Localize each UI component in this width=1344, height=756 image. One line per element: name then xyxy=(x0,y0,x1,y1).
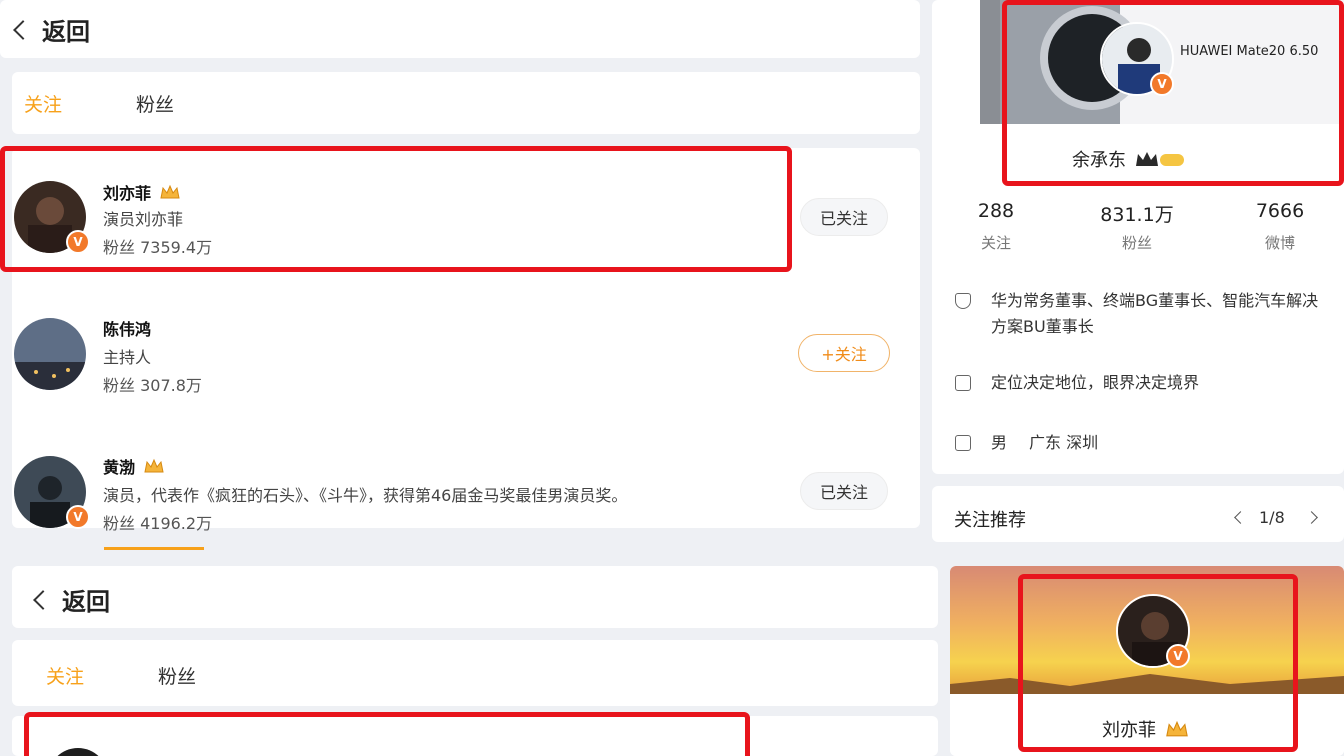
card-name-row: 刘亦菲 xyxy=(1102,716,1190,742)
profile-basic-info: 男 广东 深圳 xyxy=(955,430,1098,456)
back-button[interactable]: 返回 xyxy=(33,582,110,617)
stat-posts-count[interactable]: 7666 xyxy=(1230,200,1330,222)
gender-text: 男 xyxy=(991,433,1008,452)
page-indicator: 1/8 xyxy=(1259,508,1285,527)
stat-following-count[interactable]: 288 xyxy=(946,200,1046,222)
recommend-pager: 1/8 xyxy=(1234,508,1318,527)
bottom-user-list xyxy=(12,716,938,756)
tab-following[interactable]: 关注 xyxy=(46,662,84,689)
stat-fans-label: 粉丝 xyxy=(1121,234,1152,252)
list-item[interactable]: V 黄渤 演员，代表作《疯狂的石头》、《斗牛》，获得第46届金马奖最佳男演员奖。… xyxy=(12,424,920,534)
follow-button[interactable]: +关注 xyxy=(798,334,890,372)
user-name[interactable]: 刘亦菲 xyxy=(103,180,151,204)
profile-motto: 定位决定地位，眼界决定境界 xyxy=(955,370,1199,396)
stat-following-label: 关注 xyxy=(980,234,1011,252)
prev-page-icon[interactable] xyxy=(1234,511,1247,524)
profile-bio: 华为常务董事、终端BG董事长、智能汽车解决方案BU董事长 xyxy=(955,288,1325,340)
crown-icon xyxy=(160,184,180,199)
back-label: 返回 xyxy=(62,588,110,616)
tab-fans[interactable]: 粉丝 xyxy=(158,662,196,689)
recommend-header: 关注推荐 1/8 xyxy=(932,486,1344,542)
user-fans: 粉丝 4196.2万 xyxy=(103,514,213,533)
followed-button[interactable]: 已关注 xyxy=(800,198,888,236)
back-button[interactable]: 返回 xyxy=(13,12,90,47)
profile-name-row: 余承东 xyxy=(1072,146,1186,172)
user-fans: 粉丝 307.8万 xyxy=(103,376,202,395)
top-header: 返回 xyxy=(0,0,920,58)
avatar[interactable] xyxy=(14,318,86,390)
top-user-list: V 刘亦菲 演员刘亦菲 粉丝 7359.4万 已关注 陈伟鸿 主持人 粉丝 30… xyxy=(12,148,920,550)
verified-icon: V xyxy=(66,230,90,254)
user-fans: 粉丝 7359.4万 xyxy=(103,238,213,257)
followed-button[interactable]: 已关注 xyxy=(800,472,888,510)
shield-icon xyxy=(955,293,971,309)
stat-fans-count[interactable]: 831.1万 xyxy=(1087,200,1187,227)
recommend-title: 关注推荐 xyxy=(954,510,1026,531)
location-text: 广东 深圳 xyxy=(1029,433,1099,452)
chevron-left-icon xyxy=(13,19,33,40)
back-label: 返回 xyxy=(42,18,90,46)
tab-fans[interactable]: 粉丝 xyxy=(136,90,174,117)
banner-text: HUAWEI Mate20 6.50 xyxy=(1180,44,1319,59)
verified-icon: V xyxy=(1150,72,1174,96)
tab-following[interactable]: 关注 xyxy=(24,90,62,117)
crown-icon xyxy=(1166,720,1188,737)
user-name[interactable]: 黄渤 xyxy=(103,454,135,478)
bottom-tabs: 关注 粉丝 xyxy=(12,640,938,706)
list-item[interactable]: V 刘亦菲 演员刘亦菲 粉丝 7359.4万 已关注 xyxy=(12,148,920,258)
user-desc: 主持人 xyxy=(103,348,152,367)
id-card-icon xyxy=(955,435,971,451)
document-icon xyxy=(955,375,971,391)
user-desc: 演员刘亦菲 xyxy=(103,210,184,229)
motto-text: 定位决定地位，眼界决定境界 xyxy=(991,373,1200,392)
list-item[interactable]: 陈伟鸿 主持人 粉丝 307.8万 +关注 xyxy=(12,286,920,396)
recommend-card: V 刘亦菲 xyxy=(950,566,1344,756)
next-page-icon[interactable] xyxy=(1304,511,1318,524)
card-name[interactable]: 刘亦菲 xyxy=(1102,716,1156,742)
stat-posts-label: 微博 xyxy=(1264,234,1295,252)
verified-icon: V xyxy=(1166,644,1190,668)
bottom-header: 返回 xyxy=(12,566,938,628)
user-desc: 演员，代表作《疯狂的石头》、《斗牛》，获得第46届金马奖最佳男演员奖。 xyxy=(103,486,628,505)
top-tabs: 关注 粉丝 xyxy=(12,72,920,134)
verified-icon: V xyxy=(66,505,90,529)
profile-name: 余承东 xyxy=(1072,150,1126,171)
crown-icon xyxy=(1136,152,1184,166)
user-name[interactable]: 陈伟鸿 xyxy=(103,316,151,340)
avatar[interactable] xyxy=(48,748,108,756)
chevron-left-icon xyxy=(33,589,53,610)
bio-text: 华为常务董事、终端BG董事长、智能汽车解决方案BU董事长 xyxy=(991,291,1319,336)
scroll-indicator xyxy=(104,547,204,550)
crown-icon xyxy=(144,458,164,473)
profile-card: HUAWEI Mate20 6.50 V 余承东 288 关注 831.1万 粉… xyxy=(932,0,1344,474)
